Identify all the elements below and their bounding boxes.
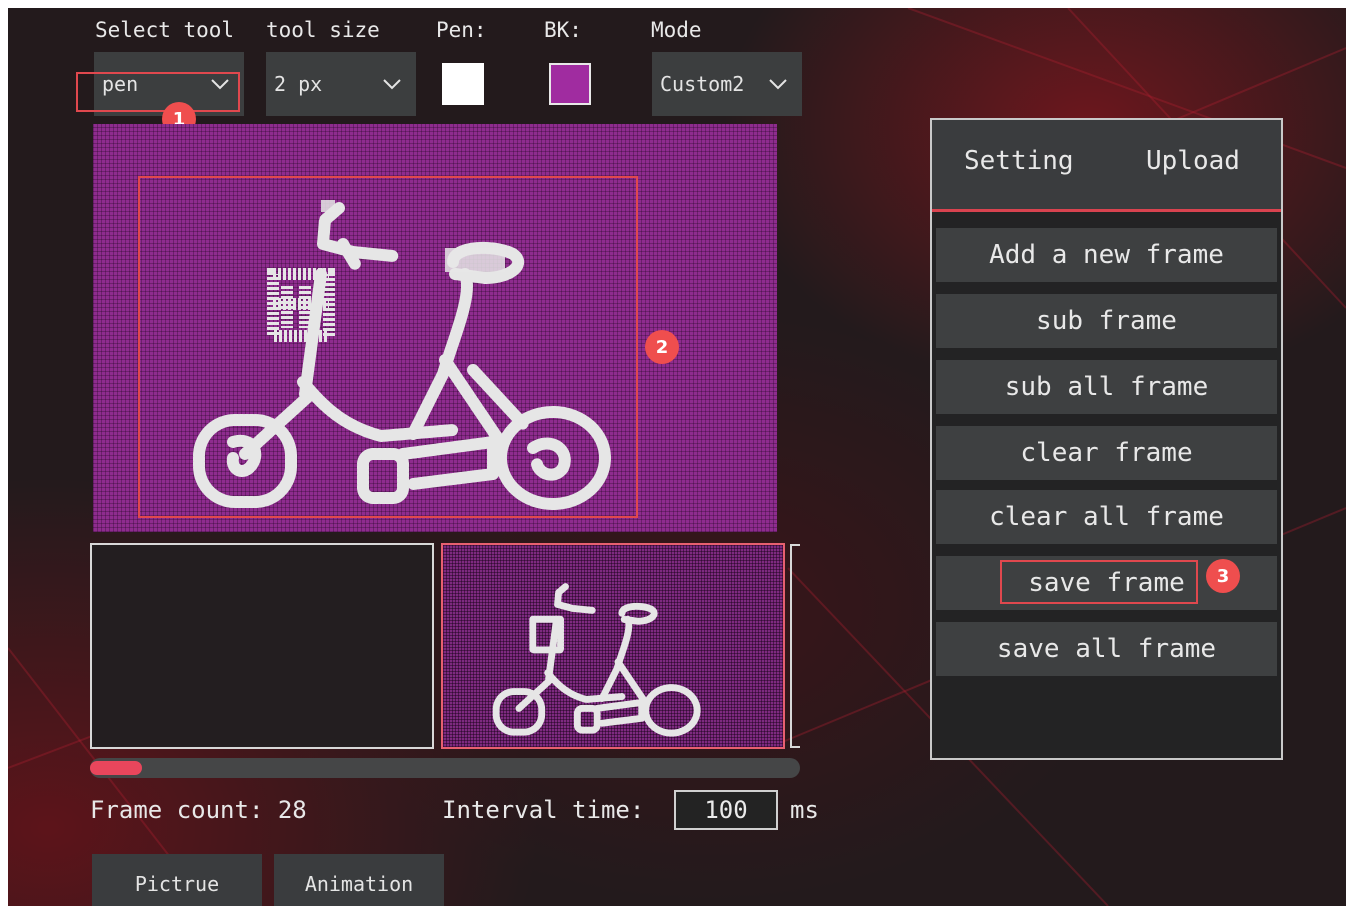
pen-color-swatch[interactable]	[442, 63, 484, 105]
callout-badge-2: 2	[645, 330, 679, 364]
mode-dropdown[interactable]: Custom2	[652, 52, 802, 116]
mode-label: Mode	[651, 18, 702, 42]
highlight-box-tool-select	[76, 72, 240, 112]
tool-size-dropdown[interactable]: 2 px	[266, 52, 416, 116]
mode-value: Custom2	[660, 72, 745, 96]
sub-frame-button[interactable]: sub frame	[936, 294, 1277, 348]
frame-thumbnail-empty[interactable]	[90, 543, 434, 749]
bk-color-swatch[interactable]	[549, 63, 591, 105]
highlight-box-save-frame	[1000, 560, 1198, 604]
sub-all-frame-button[interactable]: sub all frame	[936, 360, 1277, 414]
led-matrix-editor: Select tool tool size Pen: BK: Mode pen …	[8, 8, 1346, 906]
frame-thumbnail-partial[interactable]	[790, 544, 800, 748]
chevron-down-icon	[383, 79, 401, 90]
tab-animation[interactable]: Animation	[274, 854, 444, 906]
thumbnail-bicycle-drawing	[492, 583, 701, 737]
add-new-frame-button[interactable]: Add a new frame	[936, 228, 1277, 282]
tab-upload[interactable]: Upload	[1146, 146, 1240, 176]
interval-time-label: Interval time:	[442, 796, 645, 824]
tab-picture[interactable]: Pictrue	[92, 854, 262, 906]
clear-all-frame-button[interactable]: clear all frame	[936, 490, 1277, 544]
frame-actions-panel: Setting Upload Add a new frame sub frame…	[930, 118, 1283, 760]
frames-scrollbar[interactable]	[90, 758, 800, 778]
highlight-box-canvas	[138, 176, 638, 518]
frames-scrollbar-thumb[interactable]	[90, 761, 142, 775]
pen-color-label: Pen:	[436, 18, 487, 42]
interval-time-input[interactable]	[674, 790, 778, 830]
tool-size-label: tool size	[266, 18, 380, 42]
chevron-down-icon	[769, 79, 787, 90]
interval-unit-label: ms	[790, 796, 819, 824]
frame-thumbnail-active[interactable]	[441, 543, 785, 749]
tool-size-value: 2 px	[274, 72, 323, 96]
select-tool-label: Select tool	[95, 18, 235, 42]
tab-setting[interactable]: Setting	[964, 146, 1074, 176]
panel-tab-bar: Setting Upload	[932, 120, 1281, 212]
save-all-frame-button[interactable]: save all frame	[936, 622, 1277, 676]
bk-color-label: BK:	[544, 18, 582, 42]
clear-frame-button[interactable]: clear frame	[936, 426, 1277, 480]
frame-count-text: Frame count: 28	[90, 796, 307, 824]
callout-badge-3: 3	[1206, 559, 1240, 593]
